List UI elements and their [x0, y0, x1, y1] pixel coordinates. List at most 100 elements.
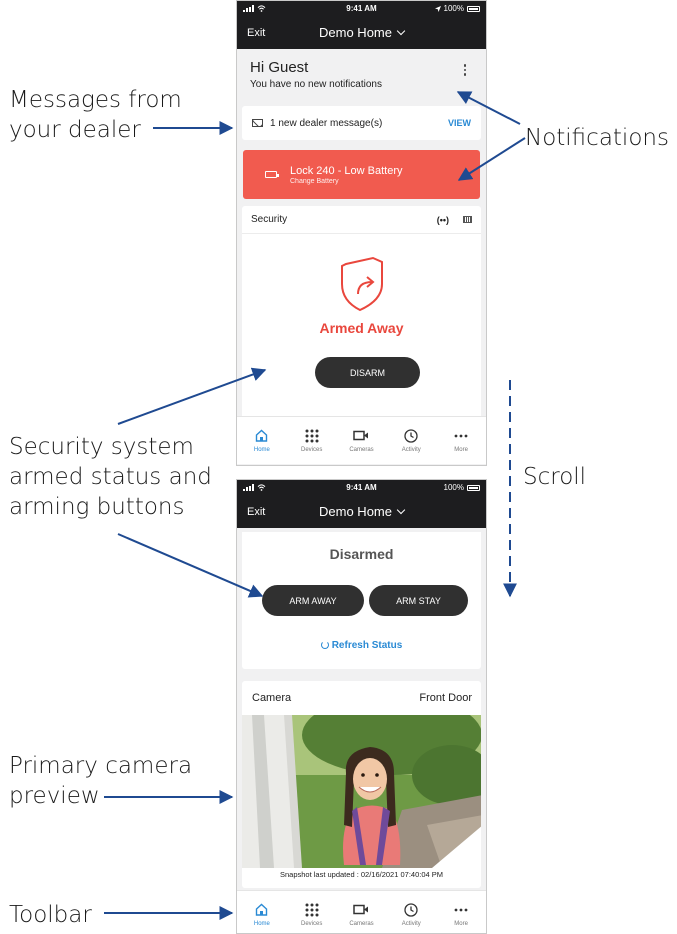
location-icon — [434, 5, 441, 12]
camera-title: Camera — [252, 692, 292, 704]
status-bar: 9:41 AM 100% — [237, 1, 486, 16]
tab-cameras[interactable]: Cameras — [341, 903, 381, 927]
alert-subtitle: Change Battery — [290, 177, 339, 185]
annotation-messages-line1: Messages from — [9, 87, 182, 113]
tab-home[interactable]: Home — [242, 903, 282, 927]
tab-home[interactable]: Home — [242, 429, 282, 453]
tab-label: Devices — [301, 920, 323, 927]
annotation-camera-line1: Primary camera — [9, 753, 193, 779]
tab-devices[interactable]: Devices — [292, 903, 332, 927]
snapshot-timestamp: Snapshot last updated : 02/16/2021 07:40… — [279, 870, 444, 879]
app-bar: Exit Demo Home — [237, 495, 486, 528]
tab-devices[interactable]: Devices — [292, 429, 332, 453]
annotation-messages: Messages from your dealer — [9, 85, 182, 145]
battery-percent: 100% — [443, 4, 464, 13]
security-header: Security (••) — [242, 206, 481, 234]
keypad-icon[interactable] — [463, 216, 472, 223]
annotation-camera-line2: preview — [9, 783, 100, 809]
security-title: Security — [251, 214, 288, 225]
view-message-button[interactable]: VIEW — [448, 118, 471, 128]
battery-icon — [467, 5, 480, 12]
tab-label: Devices — [301, 446, 323, 453]
phone-screen-top: 9:41 AM 100% Exit Demo Home Hi Guest You… — [236, 0, 487, 466]
tab-label: Home — [253, 446, 270, 453]
app-bar: Exit Demo Home — [237, 16, 486, 49]
home-name: Demo Home — [319, 504, 392, 519]
clock-icon — [404, 902, 418, 917]
annotation-toolbar: Toolbar — [9, 902, 92, 928]
signal-icon — [243, 5, 254, 12]
kebab-menu-icon[interactable] — [463, 64, 466, 76]
security-card: Disarmed ARM AWAY ARM STAY Refresh Statu… — [242, 532, 481, 669]
dealer-message-text: 1 new dealer message(s) — [270, 117, 383, 129]
notification-status: You have no new notifications — [250, 79, 382, 90]
tab-label: More — [454, 446, 468, 453]
tab-label: Activity — [401, 920, 421, 927]
battery-percent: 100% — [443, 483, 464, 492]
battery-icon — [467, 484, 480, 491]
camera-snapshot-image — [242, 715, 481, 868]
toolbar: Home Devices Cameras Activity More — [237, 416, 486, 464]
low-battery-icon — [265, 171, 279, 178]
low-battery-alert[interactable]: Lock 240 - Low Battery Change Battery — [243, 150, 480, 199]
tab-label: Cameras — [349, 446, 374, 453]
annotation-security-line3: arming buttons — [9, 494, 185, 520]
more-icon — [454, 434, 468, 437]
exit-button[interactable]: Exit — [247, 506, 265, 518]
greeting-section: Hi Guest You have no new notifications — [237, 49, 486, 96]
greeting-title: Hi Guest — [250, 59, 309, 76]
wifi-icon — [257, 484, 266, 491]
status-bar: 9:41 AM 100% — [237, 480, 486, 495]
shield-arrow-icon — [341, 256, 383, 312]
refresh-icon — [320, 641, 329, 649]
home-name: Demo Home — [319, 25, 392, 40]
chevron-down-icon — [396, 26, 406, 35]
tab-more[interactable]: More — [441, 903, 481, 927]
signal-broadcast-icon[interactable]: (••) — [437, 215, 449, 225]
tab-label: Activity — [401, 446, 421, 453]
armed-status: Armed Away — [319, 320, 404, 336]
envelope-icon — [252, 119, 263, 127]
alert-title: Lock 240 - Low Battery — [290, 164, 403, 177]
dealer-message-card[interactable]: 1 new dealer message(s) VIEW — [242, 106, 481, 140]
tab-cameras[interactable]: Cameras — [341, 429, 381, 453]
annotation-camera: Primary camera preview — [9, 751, 192, 811]
chevron-down-icon — [396, 505, 406, 514]
annotation-notifications: Notifications — [525, 125, 669, 151]
clock-icon — [404, 428, 418, 443]
tab-label: Home — [253, 920, 270, 927]
home-selector[interactable]: Demo Home — [237, 504, 486, 519]
camera-preview[interactable] — [242, 715, 481, 868]
home-selector[interactable]: Demo Home — [237, 25, 486, 40]
phone-screen-bottom: 9:41 AM 100% Exit Demo Home Disarmed ARM… — [236, 479, 487, 934]
exit-button[interactable]: Exit — [247, 27, 265, 39]
home-icon — [256, 429, 268, 442]
grid-icon — [305, 903, 319, 916]
annotation-security: Security system armed status and arming … — [9, 432, 212, 522]
annotation-security-line1: Security system — [9, 434, 194, 460]
arm-stay-button[interactable]: ARM STAY — [369, 585, 468, 616]
camera-card: Camera Front Door Snapshot last updated … — [242, 681, 481, 888]
tab-activity[interactable]: Activity — [391, 428, 431, 453]
camera-header: Camera Front Door — [242, 681, 481, 715]
tab-more[interactable]: More — [441, 429, 481, 453]
tab-activity[interactable]: Activity — [391, 902, 431, 927]
tab-label: Cameras — [349, 920, 374, 927]
camera-name[interactable]: Front Door — [419, 692, 472, 704]
arm-away-button[interactable]: ARM AWAY — [262, 585, 364, 616]
more-icon — [454, 908, 468, 911]
annotation-messages-line2: your dealer — [9, 117, 141, 143]
signal-icon — [243, 484, 254, 491]
grid-icon — [305, 429, 319, 442]
tab-label: More — [454, 920, 468, 927]
refresh-status-button[interactable]: Refresh Status — [242, 640, 481, 651]
refresh-label: Refresh Status — [331, 640, 403, 651]
toolbar: Home Devices Cameras Activity More — [237, 890, 486, 933]
annotation-scroll: Scroll — [523, 464, 587, 490]
disarm-button[interactable]: DISARM — [315, 357, 420, 388]
camera-icon — [353, 430, 369, 441]
annotation-security-line2: armed status and — [9, 464, 212, 490]
home-icon — [256, 903, 268, 916]
disarmed-status: Disarmed — [329, 546, 394, 562]
security-card: Security (••) Armed Away DISARM — [242, 206, 481, 426]
